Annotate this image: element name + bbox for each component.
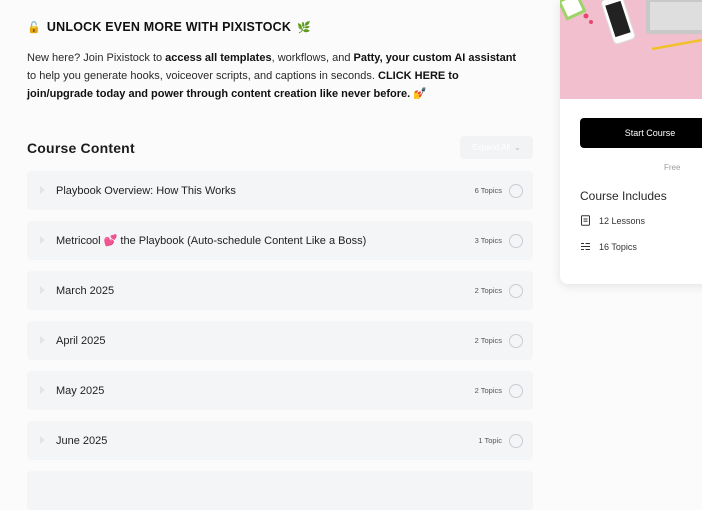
chevron-down-icon: ⌄ <box>514 143 521 152</box>
course-price: Free <box>664 163 681 172</box>
lesson-item[interactable]: Metricool 💕 the Playbook (Auto-schedule … <box>27 221 533 260</box>
lesson-topic-count: 1 Topic <box>478 436 502 445</box>
expand-arrow-icon <box>40 186 45 194</box>
progress-circle-icon <box>509 283 523 298</box>
lesson-title: April 2025 <box>56 334 106 347</box>
topics-count-row: 16 Topics <box>580 241 637 252</box>
promo-title: UNLOCK EVEN MORE WITH PIXISTOCK <box>46 20 292 34</box>
lesson-title: May 2025 <box>56 384 105 397</box>
lesson-item[interactable]: April 2025 2 Topics <box>27 321 533 360</box>
expand-all-label: Expand All <box>472 143 511 152</box>
list-icon <box>581 243 590 250</box>
book-icon <box>581 215 590 226</box>
progress-circle-icon <box>509 433 523 448</box>
lesson-item[interactable]: Playbook Overview: How This Works 6 Topi… <box>27 171 533 210</box>
progress-circle-icon <box>509 383 523 398</box>
lesson-title: Playbook Overview: How This Works <box>56 184 236 197</box>
unlock-emoji: 🔓 <box>27 21 41 34</box>
start-course-button[interactable]: Start Course <box>580 118 702 148</box>
lesson-topic-count: 2 Topics <box>474 386 502 395</box>
lessons-count: 12 Lessons <box>599 215 646 226</box>
expand-all-button[interactable]: Expand All ⌄ <box>460 136 533 159</box>
expand-arrow-icon <box>40 436 45 444</box>
lesson-topic-count: 6 Topics <box>474 186 502 195</box>
expand-arrow-icon <box>40 336 45 344</box>
progress-circle-icon <box>509 333 523 348</box>
course-sidebar-card: Start Course Free Course Includes 12 Les… <box>560 0 702 284</box>
promo-heading: 🔓 UNLOCK EVEN MORE WITH PIXISTOCK 🌿 <box>27 20 311 34</box>
lessons-count-row: 12 Lessons <box>580 215 645 226</box>
expand-arrow-icon <box>40 286 45 294</box>
promo-text-part: New here? Join Pixistock to <box>27 52 166 64</box>
topics-count: 16 Topics <box>599 241 637 252</box>
lesson-topic-count: 3 Topics <box>474 236 502 245</box>
course-cover-image <box>560 0 702 99</box>
expand-arrow-icon <box>40 236 45 244</box>
lesson-item[interactable]: May 2025 2 Topics <box>27 371 533 410</box>
course-includes-title: Course Includes <box>580 189 667 203</box>
leaf-emoji: 🌿 <box>297 21 311 34</box>
course-content-title: Course Content <box>27 140 135 156</box>
lesson-title: Metricool 💕 the Playbook (Auto-schedule … <box>56 235 367 247</box>
progress-circle-icon <box>509 233 523 248</box>
promo-bold-templates: access all templates <box>165 52 272 64</box>
lesson-title: March 2025 <box>56 284 115 297</box>
promo-text: New here? Join Pixistock to access all t… <box>27 49 527 103</box>
lesson-item-partial[interactable] <box>27 471 533 510</box>
lesson-topic-count: 2 Topics <box>474 286 502 295</box>
lesson-item[interactable]: March 2025 2 Topics <box>27 271 533 310</box>
lesson-title: June 2025 <box>56 434 108 447</box>
progress-circle-icon <box>509 183 523 198</box>
promo-text-part: to help you generate hooks, voiceover sc… <box>27 70 378 82</box>
nail-polish-emoji: 💅 <box>413 88 427 100</box>
desk-illustration <box>560 0 702 99</box>
expand-arrow-icon <box>40 386 45 394</box>
lesson-topic-count: 2 Topics <box>474 336 502 345</box>
lesson-item[interactable]: June 2025 1 Topic <box>27 421 533 460</box>
promo-text-part: , workflows, and <box>271 52 354 64</box>
promo-bold-assistant: Patty, your custom AI assistant <box>353 52 517 64</box>
